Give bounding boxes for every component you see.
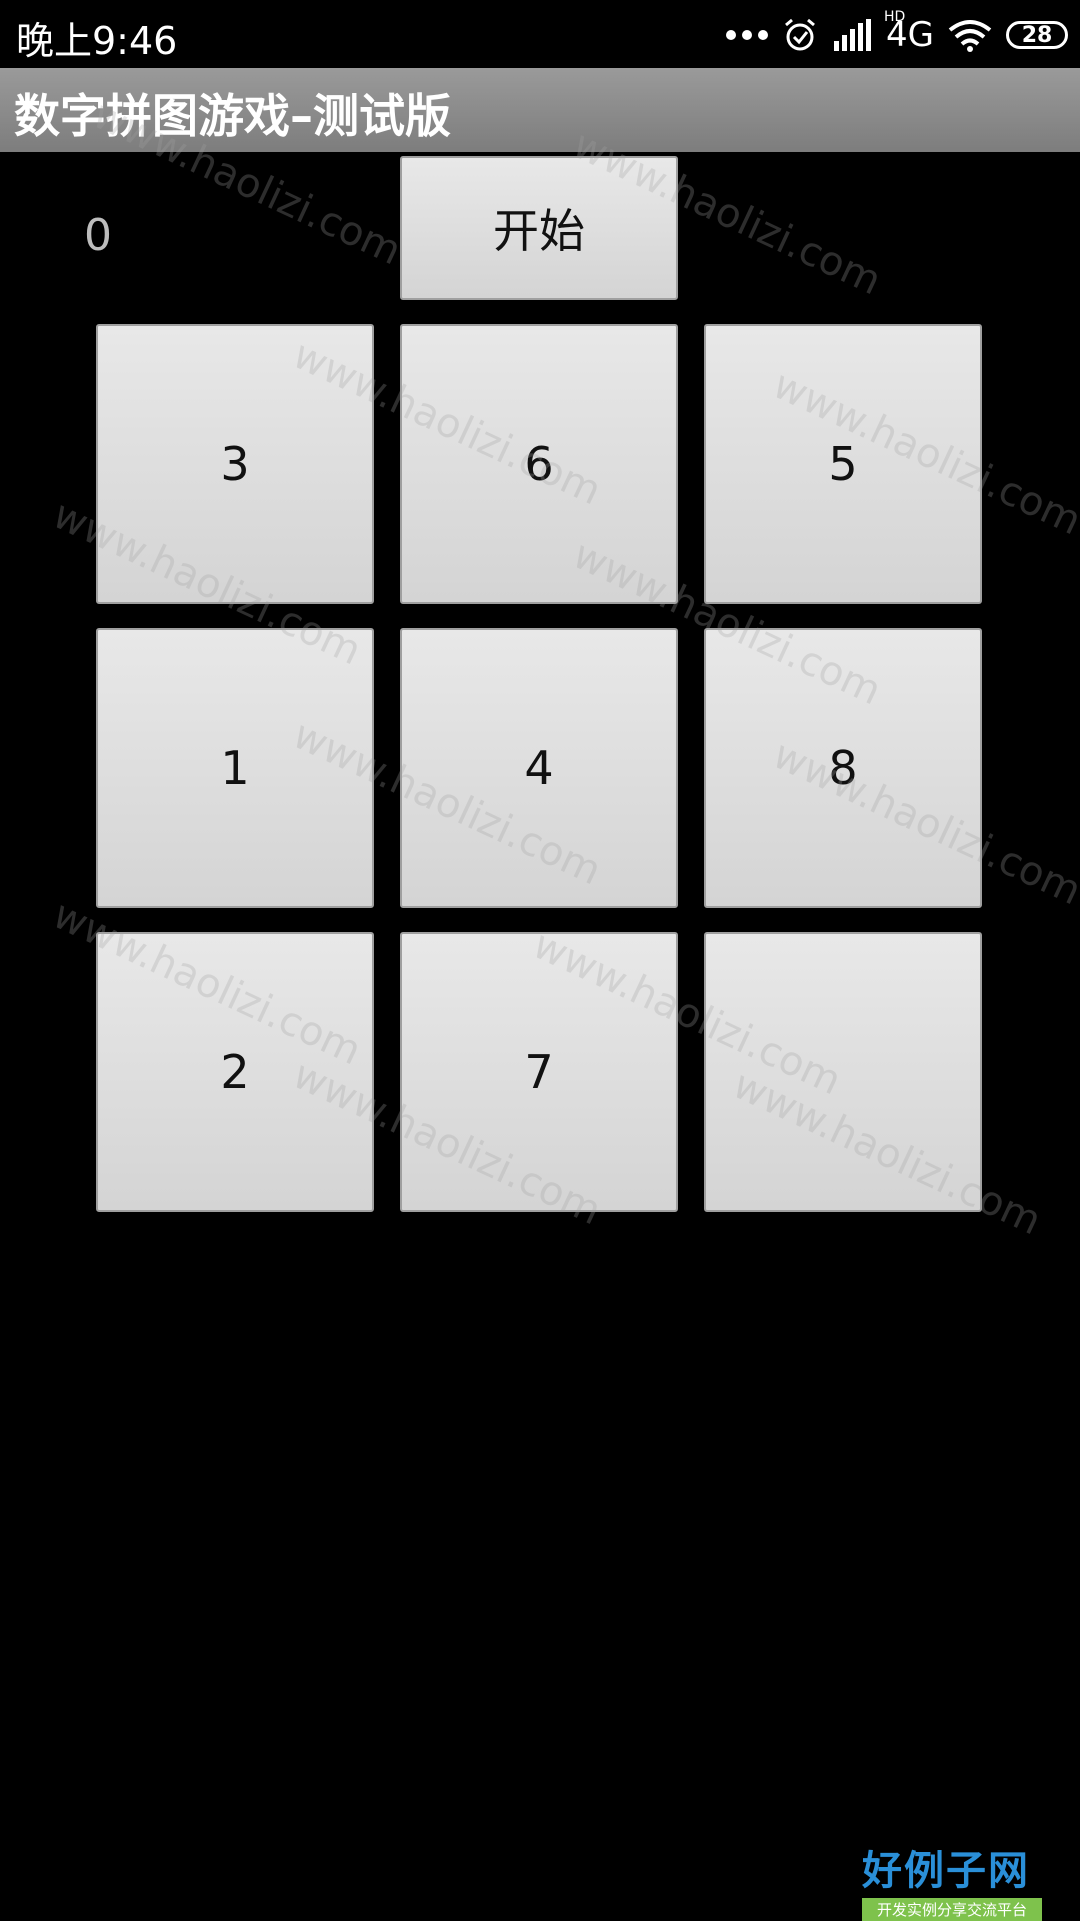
battery-indicator: 28 — [1006, 21, 1068, 49]
app-title-bar: 数字拼图游戏–测试版 — [0, 68, 1080, 152]
puzzle-tile[interactable]: 8 — [704, 628, 982, 908]
app-title: 数字拼图游戏–测试版 — [14, 89, 451, 143]
more-dots-icon — [726, 30, 769, 40]
hd-label: HD — [884, 9, 906, 25]
alarm-icon — [785, 18, 815, 51]
signal-icon — [834, 19, 872, 51]
puzzle-tile[interactable]: 5 — [704, 324, 982, 604]
puzzle-tile[interactable]: 1 — [96, 628, 374, 908]
puzzle-tile[interactable]: 6 — [400, 324, 678, 604]
brand-subtitle: 开发实例分享交流平台 — [862, 1898, 1042, 1921]
status-time: 晚上9:46 — [16, 19, 178, 63]
move-counter: 0 — [84, 210, 112, 261]
puzzle-tile[interactable]: 3 — [96, 324, 374, 604]
brand-title: 好例子网 — [862, 1847, 1030, 1894]
puzzle-tile-empty[interactable] — [704, 932, 982, 1212]
start-button[interactable]: 开始 — [400, 156, 678, 300]
status-icons: HD 4G 28 — [726, 9, 1068, 60]
wifi-icon — [948, 20, 992, 52]
puzzle-tile[interactable]: 2 — [96, 932, 374, 1212]
puzzle-tile[interactable]: 7 — [400, 932, 678, 1212]
status-bar: 晚上9:46 HD 4G 28 — [0, 0, 1080, 68]
network-type: HD 4G — [884, 9, 934, 55]
puzzle-tile[interactable]: 4 — [400, 628, 678, 908]
brand-logo: 好例子网 开发实例分享交流平台 — [862, 1838, 1042, 1921]
